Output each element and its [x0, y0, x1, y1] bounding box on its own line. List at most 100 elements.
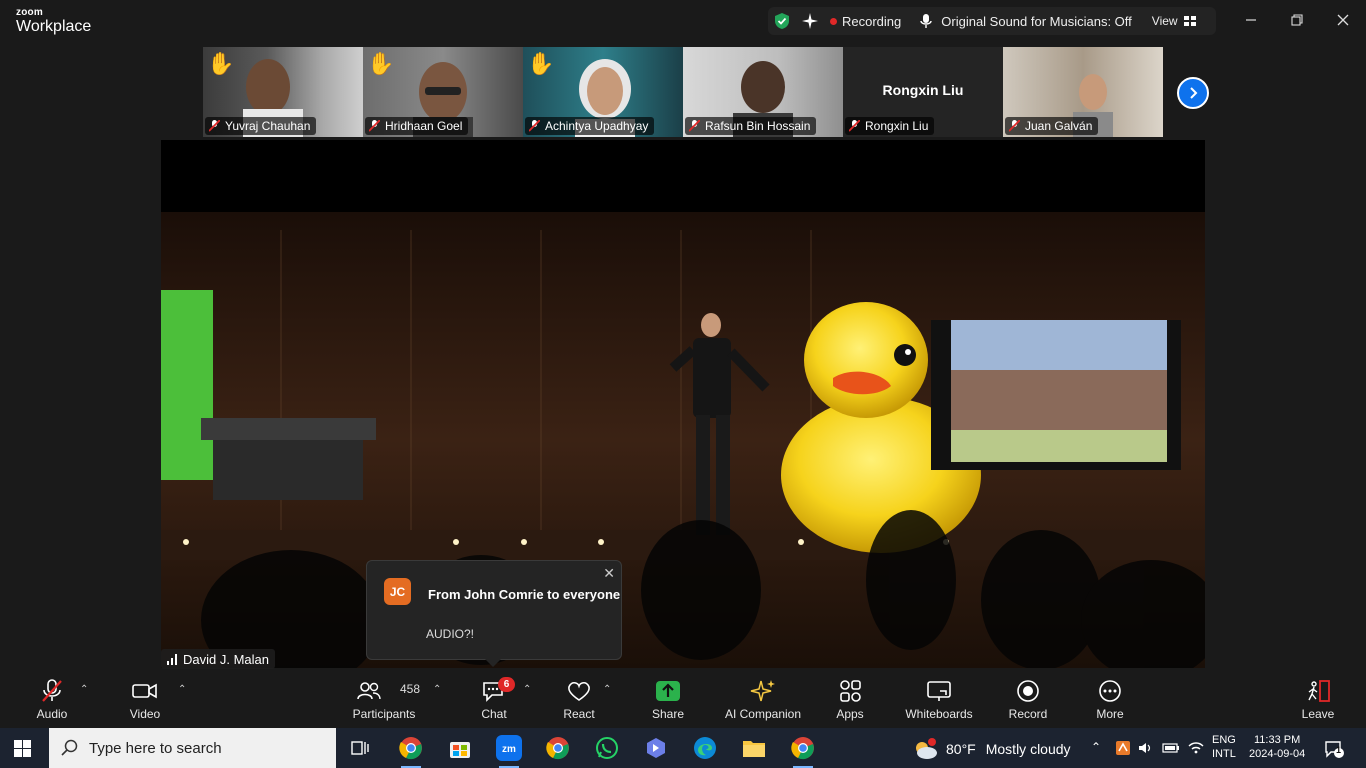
whatsapp-icon[interactable] — [593, 734, 621, 762]
participants-icon — [357, 682, 381, 700]
participant-tile[interactable]: ✋ Hridhaan Goel — [363, 47, 523, 137]
battery-icon[interactable] — [1162, 742, 1180, 754]
close-icon[interactable] — [1331, 10, 1355, 30]
participant-name: Achintya Upadhyay — [545, 119, 649, 133]
chat-sender: From John Comrie to everyone — [428, 587, 621, 602]
ai-companion-button[interactable]: AI Companion — [722, 670, 804, 728]
notification-center-icon[interactable]: 1 — [1324, 740, 1344, 758]
participant-tile[interactable]: ✋ Yuvraj Chauhan — [203, 47, 363, 137]
record-label: Record — [1008, 707, 1048, 721]
muted-mic-icon — [849, 120, 860, 132]
record-button[interactable]: Record — [1006, 670, 1050, 728]
participants-button[interactable]: Participants — [352, 670, 416, 728]
unread-chat-badge: 6 — [498, 677, 515, 692]
original-sound-toggle[interactable]: Original Sound for Musicians: Off — [941, 14, 1132, 29]
zoom-app-icon[interactable]: zm — [495, 734, 523, 768]
raised-hand-icon: ✋ — [527, 51, 555, 76]
participant-name-label: Yuvraj Chauhan — [205, 117, 317, 135]
apps-icon — [840, 680, 861, 702]
keyboard-layout: INTL — [1212, 748, 1236, 760]
input-language[interactable]: ENG INTL — [1212, 733, 1236, 761]
file-explorer-icon[interactable] — [740, 734, 768, 762]
view-button[interactable]: View — [1152, 14, 1178, 28]
share-button[interactable]: Share — [650, 670, 686, 728]
whiteboards-label: Whiteboards — [905, 707, 973, 721]
video-button[interactable]: Video — [122, 670, 168, 728]
chat-message: AUDIO?! — [426, 627, 475, 641]
clock-date: 2024-09-04 — [1249, 748, 1306, 760]
participants-label: Participants — [352, 707, 416, 721]
chrome-icon[interactable] — [397, 734, 425, 768]
participant-tile[interactable]: ✋ Achintya Upadhyay — [523, 47, 683, 137]
leave-label: Leave — [1301, 707, 1335, 721]
meeting-status-bar: Recording Original Sound for Musicians: … — [768, 7, 1216, 35]
leave-button[interactable]: Leave — [1300, 670, 1336, 728]
participant-name-label: Achintya Upadhyay — [525, 117, 655, 135]
video-camera-icon — [132, 683, 157, 699]
svg-text:zm: zm — [502, 744, 516, 755]
audio-button[interactable]: Audio — [30, 670, 74, 728]
chrome-icon[interactable] — [544, 734, 572, 762]
close-icon[interactable]: ✕ — [603, 565, 615, 582]
weather-widget[interactable]: 80°F Mostly cloudy — [912, 738, 1071, 760]
title-bar: zoom Workplace Recording Original Sound … — [0, 0, 1366, 44]
chat-options-chevron-icon[interactable]: ⌃ — [523, 684, 531, 695]
audio-options-chevron-icon[interactable]: ⌃ — [80, 684, 88, 695]
edge-icon[interactable] — [691, 734, 719, 762]
muted-mic-icon — [1009, 120, 1020, 132]
cloudy-weather-icon — [916, 738, 937, 759]
apps-label: Apps — [836, 707, 864, 721]
gorilla-illustration-icon — [283, 728, 301, 746]
windows-taskbar: Type here to search zm 80°F Mostly cloud… — [0, 728, 1366, 768]
more-button[interactable]: More — [1090, 670, 1130, 728]
whiteboards-button[interactable]: Whiteboards — [902, 670, 976, 728]
taskbar-search-box[interactable]: Type here to search — [49, 728, 336, 768]
react-options-chevron-icon[interactable]: ⌃ — [603, 684, 611, 695]
video-options-chevron-icon[interactable]: ⌃ — [178, 684, 186, 695]
restore-icon[interactable] — [1285, 10, 1309, 30]
system-clock[interactable]: 11:33 PM 2024-09-04 — [1249, 733, 1305, 761]
muted-mic-icon — [209, 120, 220, 132]
participant-name: Juan Galván — [1025, 119, 1093, 133]
no-video-name: Rongxin Liu — [882, 82, 964, 98]
microsoft-store-icon[interactable] — [446, 734, 474, 762]
participant-name-label: Juan Galván — [1005, 117, 1099, 135]
meeting-toolbar: Audio ⌃ Video ⌃ Participants 458 ⌃ Chat … — [0, 670, 1366, 728]
copilot-icon[interactable] — [642, 734, 670, 762]
chevron-up-icon[interactable]: ⌃ — [1091, 740, 1101, 754]
volume-icon[interactable] — [1138, 741, 1154, 755]
active-speaker-video — [161, 140, 1205, 668]
notification-count: 1 — [1336, 745, 1342, 755]
participants-options-chevron-icon[interactable]: ⌃ — [433, 684, 441, 695]
task-view-icon[interactable] — [346, 734, 374, 762]
chat-notification[interactable]: JC From John Comrie to everyone AUDIO?! … — [366, 560, 622, 667]
muted-mic-icon — [369, 120, 380, 132]
muted-mic-icon — [689, 120, 700, 132]
next-page-button[interactable] — [1177, 77, 1209, 109]
minimize-icon[interactable] — [1239, 10, 1263, 30]
whiteboard-icon — [927, 681, 951, 701]
audio-label: Audio — [36, 707, 68, 721]
participant-tile[interactable]: Rongxin Liu Rongxin Liu — [843, 47, 1003, 137]
wifi-icon[interactable] — [1188, 741, 1204, 755]
participant-tile[interactable]: Rafsun Bin Hossain — [683, 47, 843, 137]
leave-door-icon — [1308, 680, 1330, 702]
encryption-shield-icon[interactable] — [774, 12, 790, 30]
more-label: More — [1096, 707, 1124, 721]
windows-start-icon[interactable] — [14, 740, 31, 757]
grid-view-icon[interactable] — [1183, 16, 1196, 26]
search-placeholder: Type here to search — [89, 739, 222, 757]
apps-button[interactable]: Apps — [832, 670, 868, 728]
ai-companion-sparkle-icon[interactable] — [802, 13, 818, 29]
speaker-name: David J. Malan — [183, 651, 269, 667]
recording-label[interactable]: Recording — [842, 14, 901, 29]
raised-hand-icon: ✋ — [207, 51, 235, 76]
chrome-icon[interactable] — [789, 734, 817, 768]
app-tray-icon[interactable] — [1115, 740, 1131, 756]
brand-bottom: Workplace — [16, 18, 92, 35]
participants-count: 458 — [400, 682, 421, 696]
react-button[interactable]: React — [560, 670, 598, 728]
participant-name-label: Hridhaan Goel — [365, 117, 469, 135]
participant-thumbnail-strip: ✋ Yuvraj Chauhan ✋ Hridhaan Goel ✋ Achin… — [203, 47, 1163, 137]
participant-tile[interactable]: Juan Galván — [1003, 47, 1163, 137]
